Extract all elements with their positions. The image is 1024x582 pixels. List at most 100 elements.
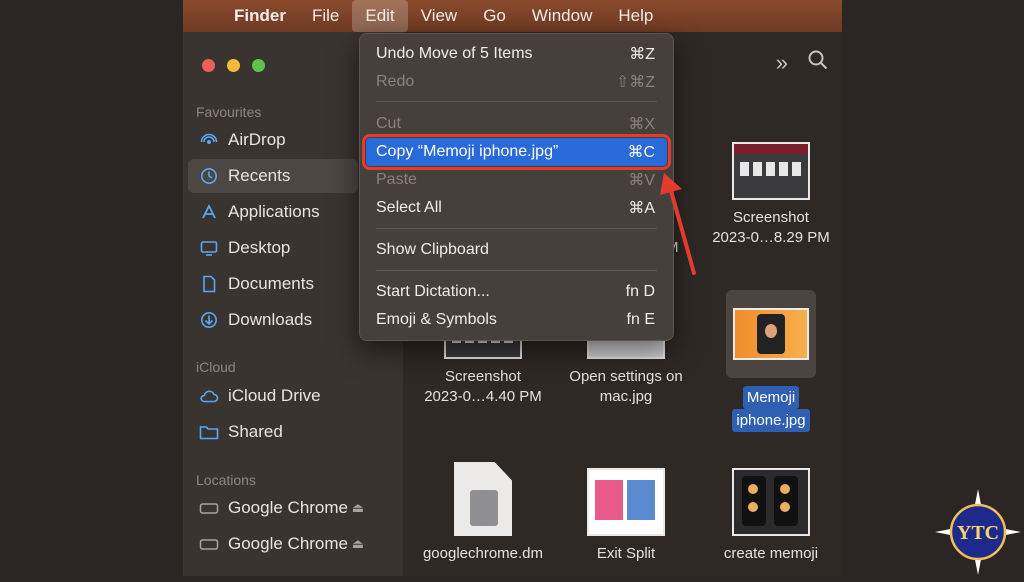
menu-item-copy[interactable]: Copy “Memoji iphone.jpg” ⌘C: [362, 134, 671, 170]
edit-menu: Undo Move of 5 Items ⌘Z Redo ⇧⌘Z Cut ⌘X …: [359, 33, 674, 341]
eject-icon[interactable]: ⏏: [352, 500, 364, 516]
menu-item-shortcut: fn D: [625, 283, 655, 300]
sidebar-item-label: Google Chrome: [228, 534, 349, 553]
sidebar-item-airdrop[interactable]: AirDrop: [188, 123, 358, 157]
sidebar-item-google-chrome-2[interactable]: Google Chrome ⏏: [188, 527, 364, 561]
shared-folder-icon: [198, 424, 220, 440]
menu-file[interactable]: File: [299, 0, 352, 32]
menu-item-shortcut: ⇧⌘Z: [615, 74, 655, 91]
applications-icon: [198, 203, 220, 221]
zoom-button[interactable]: [252, 59, 265, 72]
section-locations: Locations: [196, 472, 256, 488]
logo-text: YTC: [957, 522, 999, 544]
annotation-arrow-icon: [660, 173, 696, 275]
menu-item-emoji-symbols[interactable]: Emoji & Symbols fn E: [366, 306, 667, 334]
minimize-button[interactable]: [227, 59, 240, 72]
menu-edit[interactable]: Edit: [352, 0, 408, 32]
menu-item-start-dictation[interactable]: Start Dictation... fn D: [366, 278, 667, 306]
file-name: create memoji: [723, 545, 819, 562]
file-name-ext: iphone.jpg: [732, 409, 810, 432]
sidebar-item-label: iCloud Drive: [228, 386, 321, 405]
menu-item-label: Cut: [376, 115, 401, 132]
menu-bar: Finder File Edit View Go Window Help: [183, 0, 842, 32]
eject-icon[interactable]: ⏏: [352, 536, 364, 552]
file-thumbnail: [454, 462, 512, 536]
file-memoji-iphone[interactable]: Memoji iphone.jpg: [696, 290, 842, 432]
sidebar-item-label: Documents: [228, 274, 314, 293]
sidebar-item-label: Shared: [228, 422, 283, 441]
menu-finder[interactable]: Finder: [221, 0, 299, 32]
menu-view[interactable]: View: [408, 0, 471, 32]
file-name-date: 2023-0…4.40 PM: [424, 388, 542, 405]
menu-item-label: Select All: [376, 199, 442, 216]
menu-item-label: Emoji & Symbols: [376, 311, 497, 328]
sidebar-item-label: Downloads: [228, 310, 313, 329]
menu-item-label: Redo: [376, 73, 415, 90]
menu-item-label: Start Dictation...: [376, 283, 490, 300]
menu-item-label: Show Clipboard: [376, 241, 489, 258]
menu-item-select-all[interactable]: Select All ⌘A: [366, 194, 667, 222]
sidebar-item-label: Recents: [228, 166, 291, 185]
menu-item-shortcut: ⌘Z: [629, 46, 655, 63]
airdrop-icon: [198, 131, 220, 149]
sidebar-item-label: Applications: [228, 202, 320, 221]
file-screenshot-1[interactable]: Screenshot 2023-0…8.29 PM: [696, 142, 842, 248]
search-icon[interactable]: [808, 50, 828, 76]
menu-item-label: Paste: [376, 171, 417, 188]
menu-item-label: Copy “Memoji iphone.jpg”: [376, 143, 559, 160]
section-icloud: iCloud: [196, 359, 236, 375]
disk-icon: [198, 501, 220, 515]
menu-go[interactable]: Go: [470, 0, 519, 32]
clock-icon: [198, 167, 220, 185]
section-favourites: Favourites: [196, 104, 262, 120]
menu-item-shortcut: ⌘C: [627, 144, 655, 161]
sidebar-item-shared[interactable]: Shared: [188, 415, 358, 449]
file-thumbnail: [732, 142, 810, 200]
file-name: Open settings on: [569, 368, 683, 385]
menu-item-shortcut: fn E: [626, 311, 655, 328]
menu-item-cut: Cut ⌘X: [366, 110, 667, 138]
window-controls: [202, 59, 265, 72]
menu-item-show-clipboard[interactable]: Show Clipboard: [366, 236, 667, 264]
toolbar: »: [776, 50, 828, 76]
desktop-icon: [198, 239, 220, 257]
menu-item-undo[interactable]: Undo Move of 5 Items ⌘Z: [366, 40, 667, 68]
file-name: Exit Split: [596, 545, 656, 562]
file-name: googlechrome.dm: [422, 545, 544, 562]
sidebar-item-google-chrome[interactable]: Google Chrome ⏏: [188, 491, 364, 525]
menu-item-paste: Paste ⌘V: [366, 166, 667, 194]
menu-item-shortcut: ⌘X: [628, 116, 655, 133]
chevron-double-right-icon[interactable]: »: [776, 50, 788, 76]
menu-help[interactable]: Help: [605, 0, 666, 32]
cloud-icon: [198, 388, 220, 404]
menu-separator: [376, 101, 657, 102]
sidebar-item-label: AirDrop: [228, 130, 286, 149]
file-name-date: 2023-0…8.29 PM: [712, 229, 830, 246]
apple-icon[interactable]: [183, 0, 221, 32]
ytc-logo: YTC: [933, 487, 1023, 577]
sidebar-item-icloud-drive[interactable]: iCloud Drive: [188, 379, 358, 413]
menu-item-redo: Redo ⇧⌘Z: [366, 68, 667, 96]
menu-separator: [376, 270, 657, 271]
sidebar-item-desktop[interactable]: Desktop: [188, 231, 358, 265]
file-name: Memoji: [742, 386, 800, 409]
file-create-memoji[interactable]: create memoji: [696, 468, 842, 564]
menu-item-label: Undo Move of 5 Items: [376, 45, 533, 62]
sidebar-item-recents[interactable]: Recents: [188, 159, 358, 193]
sidebar-item-documents[interactable]: Documents: [188, 267, 358, 301]
file-name: Screenshot: [733, 209, 809, 226]
file-thumbnail-selected: [726, 290, 816, 378]
file-exit-split[interactable]: Exit Split: [551, 468, 701, 564]
file-thumbnail: [732, 468, 810, 536]
document-icon: [198, 275, 220, 293]
file-name: Screenshot: [445, 368, 521, 385]
menu-separator: [376, 228, 657, 229]
sidebar-item-applications[interactable]: Applications: [188, 195, 358, 229]
menu-window[interactable]: Window: [519, 0, 605, 32]
download-icon: [198, 311, 220, 329]
sidebar-item-label: Desktop: [228, 238, 291, 257]
sidebar-item-downloads[interactable]: Downloads: [188, 303, 358, 337]
file-thumbnail: [587, 468, 665, 536]
close-button[interactable]: [202, 59, 215, 72]
file-googlechrome-dmg[interactable]: googlechrome.dm: [408, 462, 558, 564]
